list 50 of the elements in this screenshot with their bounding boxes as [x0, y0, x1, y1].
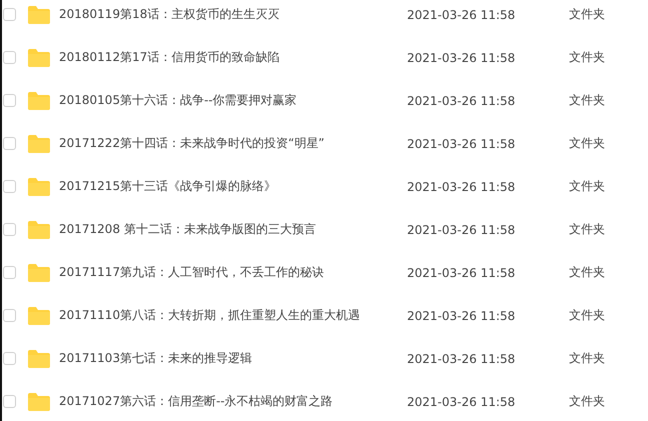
modified-date: 2021-03-26 11:58: [407, 308, 516, 322]
file-type: 文件夹: [569, 6, 605, 23]
file-name[interactable]: 20171110第八话：大转折期，抓住重塑人生的重大机遇: [59, 307, 399, 324]
checkbox[interactable]: [3, 352, 16, 365]
folder-icon: [28, 392, 50, 410]
modified-date: 2021-03-26 11:58: [407, 94, 516, 108]
file-type: 文件夹: [569, 49, 605, 66]
checkbox[interactable]: [3, 223, 16, 236]
file-name[interactable]: 20180105第十六话：战争--你需要押对赢家: [59, 92, 399, 109]
folder-icon: [28, 92, 50, 110]
file-type: 文件夹: [569, 307, 605, 324]
file-type: 文件夹: [569, 92, 605, 109]
file-type: 文件夹: [569, 350, 605, 367]
checkbox[interactable]: [3, 94, 16, 107]
folder-icon: [28, 6, 50, 24]
file-name[interactable]: 20180112第17话：信用货币的致命缺陷: [59, 49, 399, 66]
checkbox[interactable]: [3, 395, 16, 408]
checkbox[interactable]: [3, 309, 16, 322]
modified-date: 2021-03-26 11:58: [407, 266, 516, 280]
file-type: 文件夹: [569, 178, 605, 195]
file-name[interactable]: 20171117第九话：人工智时代，不丢工作的秘诀: [59, 264, 399, 281]
modified-date: 2021-03-26 11:58: [407, 394, 516, 408]
file-name[interactable]: 20180119第18话：主权货币的生生灭灭: [59, 6, 399, 23]
modified-date: 2021-03-26 11:58: [407, 352, 516, 366]
folder-icon: [28, 220, 50, 238]
file-type: 文件夹: [569, 135, 605, 152]
folder-icon: [28, 48, 50, 66]
checkbox[interactable]: [3, 180, 16, 193]
modified-date: 2021-03-26 11:58: [407, 8, 516, 22]
modified-date: 2021-03-26 11:58: [407, 136, 516, 150]
folder-icon: [28, 264, 50, 282]
folder-icon: [28, 134, 50, 152]
folder-icon: [28, 178, 50, 196]
file-type: 文件夹: [569, 221, 605, 238]
modified-date: 2021-03-26 11:58: [407, 50, 516, 64]
checkbox[interactable]: [3, 137, 16, 150]
modified-date: 2021-03-26 11:58: [407, 222, 516, 236]
checkbox[interactable]: [3, 8, 16, 21]
file-name[interactable]: 20171103第七话：未来的推导逻辑: [59, 350, 399, 367]
checkbox[interactable]: [3, 51, 16, 64]
file-name[interactable]: 20171027第六话：信用垄断--永不枯竭的财富之路: [59, 393, 399, 410]
file-name[interactable]: 20171222第十四话：未来战争时代的投资“明星”: [59, 135, 399, 152]
modified-date: 2021-03-26 11:58: [407, 180, 516, 194]
file-type: 文件夹: [569, 393, 605, 410]
folder-icon: [28, 350, 50, 368]
file-name[interactable]: 20171215第十三话《战争引爆的脉络》: [59, 178, 399, 195]
file-name[interactable]: 20171208 第十二话：未来战争版图的三大预言: [59, 221, 399, 238]
file-type: 文件夹: [569, 264, 605, 281]
checkbox[interactable]: [3, 266, 16, 279]
folder-icon: [28, 306, 50, 324]
